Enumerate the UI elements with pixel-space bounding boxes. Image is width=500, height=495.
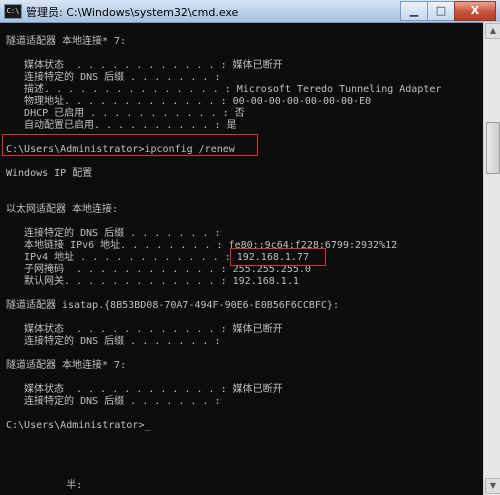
- maximize-button[interactable]: □: [427, 1, 455, 21]
- cmd-icon: C:\: [4, 4, 22, 19]
- console-line: 连接特定的 DNS 后缀 . . . . . . . :: [6, 336, 221, 347]
- console-line: 媒体状态 . . . . . . . . . . . . : 媒体已断开: [6, 324, 283, 335]
- console-line: 以太网适配器 本地连接:: [6, 204, 119, 215]
- console-prompt: C:\Users\Administrator>_: [6, 420, 151, 431]
- window-controls: ▁ □ X: [400, 1, 496, 21]
- console-line: 媒体状态 . . . . . . . . . . . . : 媒体已断开: [6, 60, 283, 71]
- console-line: 默认网关. . . . . . . . . . . . . : 192.168.…: [6, 276, 299, 287]
- vertical-scrollbar[interactable]: ▲ ▼: [483, 22, 500, 495]
- close-button[interactable]: X: [454, 1, 496, 21]
- console-line: 媒体状态 . . . . . . . . . . . . : 媒体已断开: [6, 384, 283, 395]
- ime-status-text: 半:: [6, 480, 83, 491]
- minimize-button[interactable]: ▁: [400, 1, 428, 21]
- title-bar[interactable]: C:\ 管理员: C:\Windows\system32\cmd.exe ▁ □…: [0, 0, 500, 23]
- console-line: DHCP 已启用 . . . . . . . . . . . : 否: [6, 108, 245, 119]
- console-line: 隧道适配器 本地连接* 7:: [6, 36, 127, 47]
- scroll-thumb[interactable]: [486, 122, 500, 174]
- highlight-ipv4-address: [230, 248, 326, 266]
- console-line: 连接特定的 DNS 后缀 . . . . . . . :: [6, 228, 221, 239]
- console-line: 隧道适配器 isatap.{8B53BD08-70A7-494F-90E6-E0…: [6, 300, 339, 311]
- scroll-up-icon[interactable]: ▲: [485, 23, 500, 39]
- console-line: 本地链接 IPv6 地址. . . . . . . . : fe80::9c64…: [6, 240, 398, 251]
- console-line: 描述. . . . . . . . . . . . . . . : Micros…: [6, 84, 442, 95]
- console-line: 隧道适配器 本地连接* 7:: [6, 360, 127, 371]
- console-line: 物理地址. . . . . . . . . . . . . : 00-00-00…: [6, 96, 372, 107]
- highlight-renew-command: [2, 134, 258, 156]
- console-line: 连接特定的 DNS 后缀 . . . . . . . :: [6, 396, 221, 407]
- console-line: Windows IP 配置: [6, 168, 93, 179]
- console-line: 自动配置已启用. . . . . . . . . . : 是: [6, 120, 237, 131]
- cmd-window: C:\ 管理员: C:\Windows\system32\cmd.exe ▁ □…: [0, 0, 500, 495]
- window-title: 管理员: C:\Windows\system32\cmd.exe: [26, 6, 239, 19]
- console-output[interactable]: 隧道适配器 本地连接* 7: 媒体状态 . . . . . . . . . . …: [0, 22, 484, 495]
- scroll-down-icon[interactable]: ▼: [485, 478, 500, 494]
- console-line: 连接特定的 DNS 后缀 . . . . . . . :: [6, 72, 221, 83]
